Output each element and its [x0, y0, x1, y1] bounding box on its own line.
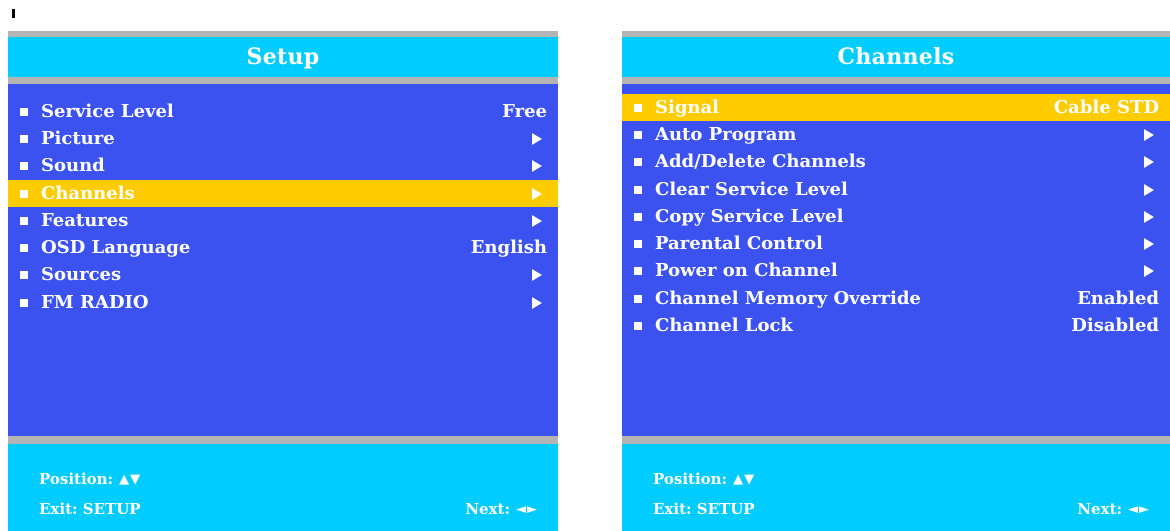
menu-item-label: Sound [41, 155, 105, 177]
square-bullet-icon [634, 185, 642, 194]
square-bullet-icon [634, 130, 642, 139]
right-arrow-icon [1144, 238, 1154, 251]
menu-item-auto-program[interactable]: Auto Program [622, 121, 1170, 148]
menu-item-sources[interactable]: Sources [8, 262, 558, 289]
menu-item-clear-service-level[interactable]: Clear Service Level [622, 176, 1170, 203]
menu-item-value: English [470, 237, 547, 259]
right-arrow-icon [1144, 210, 1154, 223]
menu-item-label: Copy Service Level [655, 205, 844, 227]
menu-item-label: Clear Service Level [655, 178, 848, 200]
square-bullet-icon [634, 267, 642, 276]
square-bullet-icon [20, 244, 28, 253]
menu-item-value: Cable STD [1053, 96, 1159, 118]
menu-item-parental-control[interactable]: Parental Control [622, 230, 1170, 257]
square-bullet-icon [20, 134, 28, 143]
footer-divider [8, 436, 558, 444]
right-arrow-icon [1144, 183, 1154, 196]
menu-item-label: Power on Channel [655, 260, 838, 282]
position-hint: Position: ▲▼ [653, 470, 755, 488]
next-label: Next: [465, 500, 510, 518]
menu-item-channels[interactable]: Channels [8, 179, 558, 208]
right-arrow-icon [532, 160, 542, 173]
menu-item-osd-language[interactable]: OSD Language English [8, 234, 558, 261]
menu-item-channel-lock[interactable]: Channel Lock Disabled [622, 312, 1170, 339]
menu-item-label: OSD Language [41, 237, 191, 259]
right-arrow-icon [532, 187, 542, 200]
square-bullet-icon [20, 162, 28, 171]
right-arrow-icon [1144, 265, 1154, 278]
square-bullet-icon [634, 103, 642, 112]
position-hint: Position: ▲▼ [39, 470, 141, 488]
menu-item-channel-memory-override[interactable]: Channel Memory Override Enabled [622, 285, 1170, 312]
channels-menu-panel: Channels Signal Cable STD Auto Program Add/… [622, 31, 1170, 531]
menu-item-value: Free [502, 100, 547, 122]
square-bullet-icon [634, 240, 642, 249]
menu-item-picture[interactable]: Picture [8, 125, 558, 152]
position-label: Position: [39, 470, 114, 488]
menu-item-value: Disabled [1071, 315, 1159, 337]
menu-item-label: Channel Memory Override [655, 287, 921, 309]
position-label: Position: [653, 470, 728, 488]
menu-item-label: Parental Control [655, 233, 823, 255]
right-arrow-icon [532, 214, 542, 227]
footer-divider [622, 436, 1170, 444]
right-arrow-icon [532, 269, 542, 282]
setup-menu-list: Service Level Free Picture Sound Channels Fea… [8, 98, 558, 316]
square-bullet-icon [634, 294, 642, 303]
setup-menu-panel: Setup Service Level Free Picture Sound Chann… [8, 31, 558, 531]
channels-menu-list: Signal Cable STD Auto Program Add/Delete Ch… [622, 94, 1170, 340]
menu-item-fm-radio[interactable]: FM RADIO [8, 289, 558, 316]
menu-item-label: FM RADIO [41, 291, 149, 313]
menu-item-label: Picture [41, 127, 115, 149]
square-bullet-icon [20, 271, 28, 280]
square-bullet-icon [634, 158, 642, 167]
menu-item-label: Add/Delete Channels [655, 151, 866, 173]
square-bullet-icon [20, 189, 28, 198]
menu-item-label: Features [41, 209, 129, 231]
next-hint: Next: ◄► [465, 500, 538, 518]
menu-item-label: Channels [41, 182, 135, 204]
menu-item-label: Signal [655, 96, 720, 118]
square-bullet-icon [634, 212, 642, 221]
title-divider [622, 77, 1170, 84]
right-arrow-icon [532, 132, 542, 145]
menu-item-add-delete-channels[interactable]: Add/Delete Channels [622, 149, 1170, 176]
right-arrow-icon [532, 296, 542, 309]
menu-item-power-on-channel[interactable]: Power on Channel [622, 258, 1170, 285]
title-divider [8, 77, 558, 84]
menu-item-signal[interactable]: Signal Cable STD [622, 94, 1170, 122]
menu-item-label: Sources [41, 264, 122, 286]
menu-item-label: Service Level [41, 100, 174, 122]
panel-title: Channels [622, 37, 1170, 77]
next-label: Next: [1077, 500, 1122, 518]
corner-mark [12, 9, 15, 18]
square-bullet-icon [634, 322, 642, 331]
menu-item-features[interactable]: Features [8, 207, 558, 234]
panel-footer: Position: ▲▼ Exit: SETUP Next: ◄► [622, 444, 1170, 531]
exit-hint: Exit: SETUP [39, 500, 141, 518]
menu-item-service-level[interactable]: Service Level Free [8, 98, 558, 125]
panel-footer: Position: ▲▼ Exit: SETUP Next: ◄► [8, 444, 558, 531]
square-bullet-icon [20, 298, 28, 307]
left-right-arrows-icon: ◄► [1128, 501, 1150, 517]
menu-item-label: Channel Lock [655, 315, 793, 337]
menu-item-sound[interactable]: Sound [8, 153, 558, 180]
panel-title: Setup [8, 37, 558, 77]
menu-item-value: Enabled [1077, 287, 1159, 309]
up-down-arrows-icon: ▲▼ [733, 471, 756, 487]
square-bullet-icon [20, 216, 28, 225]
menu-item-label: Auto Program [655, 123, 797, 145]
up-down-arrows-icon: ▲▼ [119, 471, 142, 487]
right-arrow-icon [1144, 128, 1154, 141]
square-bullet-icon [20, 107, 28, 116]
exit-hint: Exit: SETUP [653, 500, 755, 518]
next-hint: Next: ◄► [1077, 500, 1150, 518]
right-arrow-icon [1144, 156, 1154, 169]
left-right-arrows-icon: ◄► [516, 501, 538, 517]
menu-item-copy-service-level[interactable]: Copy Service Level [622, 203, 1170, 230]
